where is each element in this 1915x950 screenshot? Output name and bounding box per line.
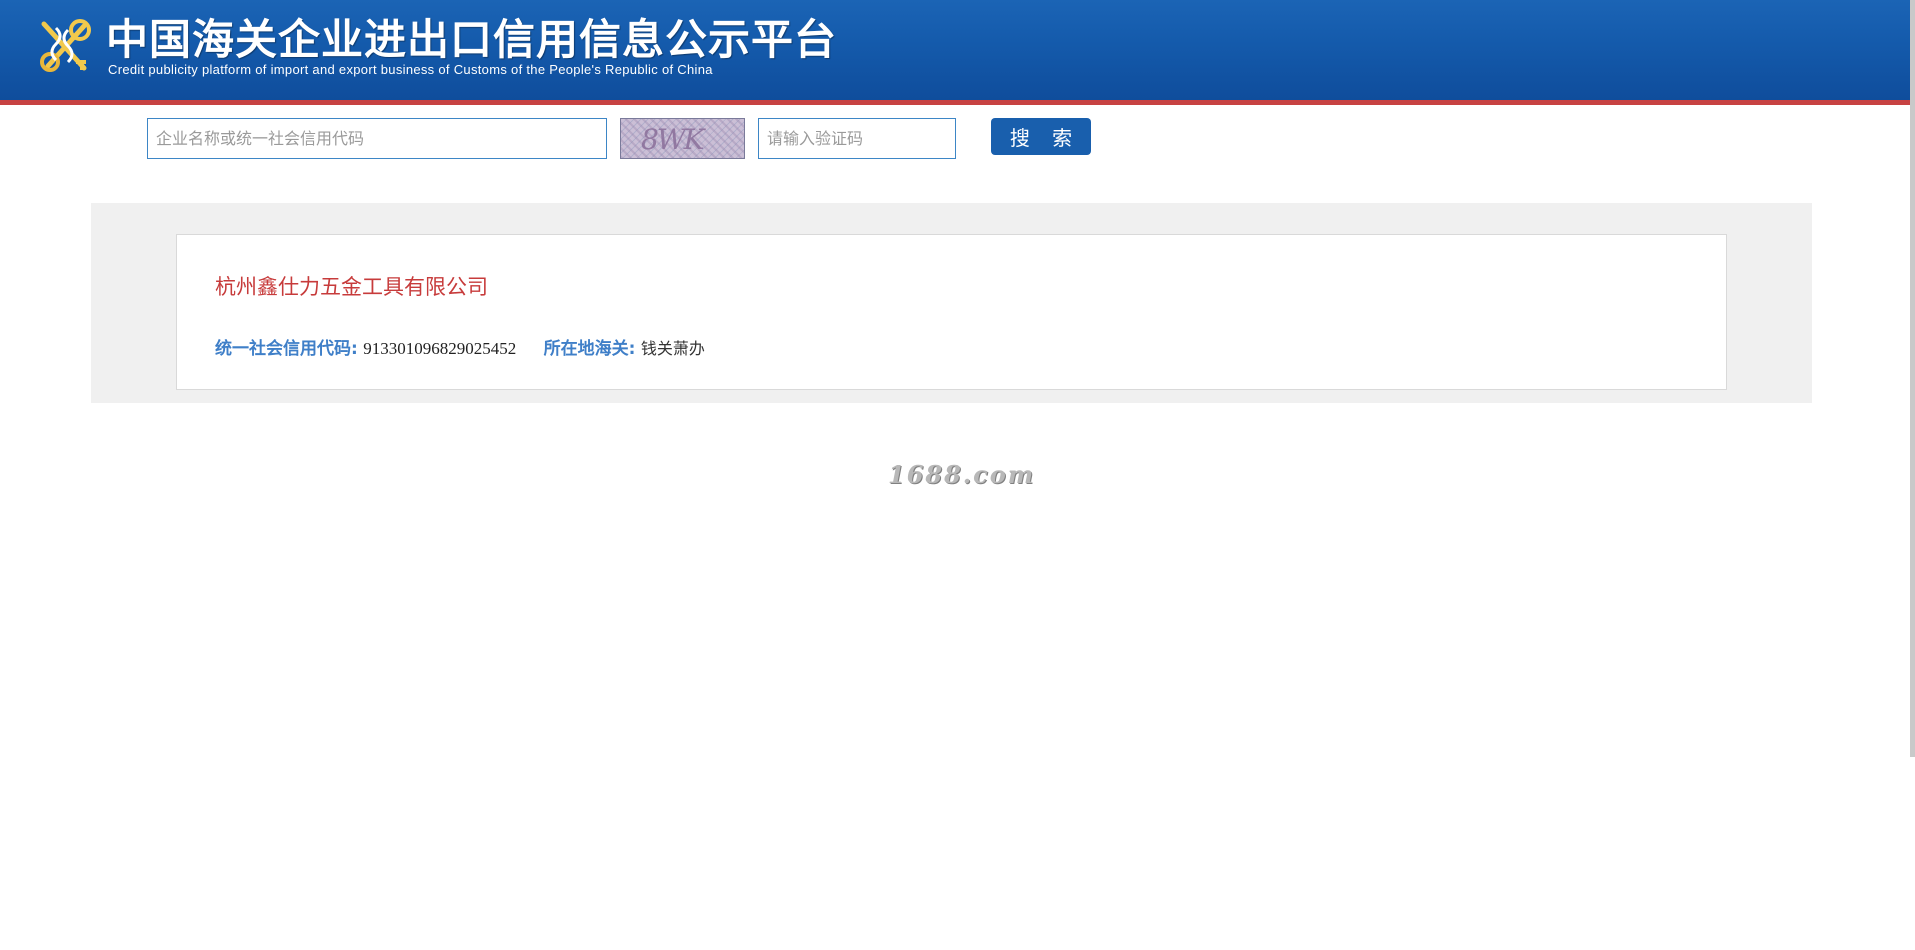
captcha-image[interactable]: 8WK <box>620 118 745 159</box>
customs-label: 所在地海关: <box>543 339 636 359</box>
captcha-input[interactable] <box>758 118 956 159</box>
page: 中国海关企业进出口信用信息公示平台 Credit publicity platf… <box>0 0 1915 950</box>
results-panel: 杭州鑫仕力五金工具有限公司 统一社会信用代码: 9133010968290254… <box>91 203 1812 403</box>
site-subtitle: Credit publicity platform of import and … <box>108 62 713 77</box>
site-header: 中国海关企业进出口信用信息公示平台 Credit publicity platf… <box>0 0 1915 105</box>
company-info-row: 统一社会信用代码: 913301096829025452 所在地海关: 钱关萧办 <box>215 334 705 359</box>
customs-emblem-icon <box>36 16 94 76</box>
watermark: 1688.com <box>888 460 1036 489</box>
customs-value: 钱关萧办 <box>640 339 705 358</box>
vertical-scrollbar[interactable] <box>1910 0 1915 757</box>
company-search-input[interactable] <box>147 118 607 159</box>
credit-code-label: 统一社会信用代码: <box>215 339 358 359</box>
captcha-text: 8WK <box>641 123 705 156</box>
site-title: 中国海关企业进出口信用信息公示平台 <box>106 15 838 64</box>
search-button[interactable]: 搜 索 <box>991 118 1091 155</box>
credit-code-value: 913301096829025452 <box>363 339 517 358</box>
result-card: 杭州鑫仕力五金工具有限公司 统一社会信用代码: 9133010968290254… <box>176 234 1727 390</box>
company-name-link[interactable]: 杭州鑫仕力五金工具有限公司 <box>215 271 488 301</box>
